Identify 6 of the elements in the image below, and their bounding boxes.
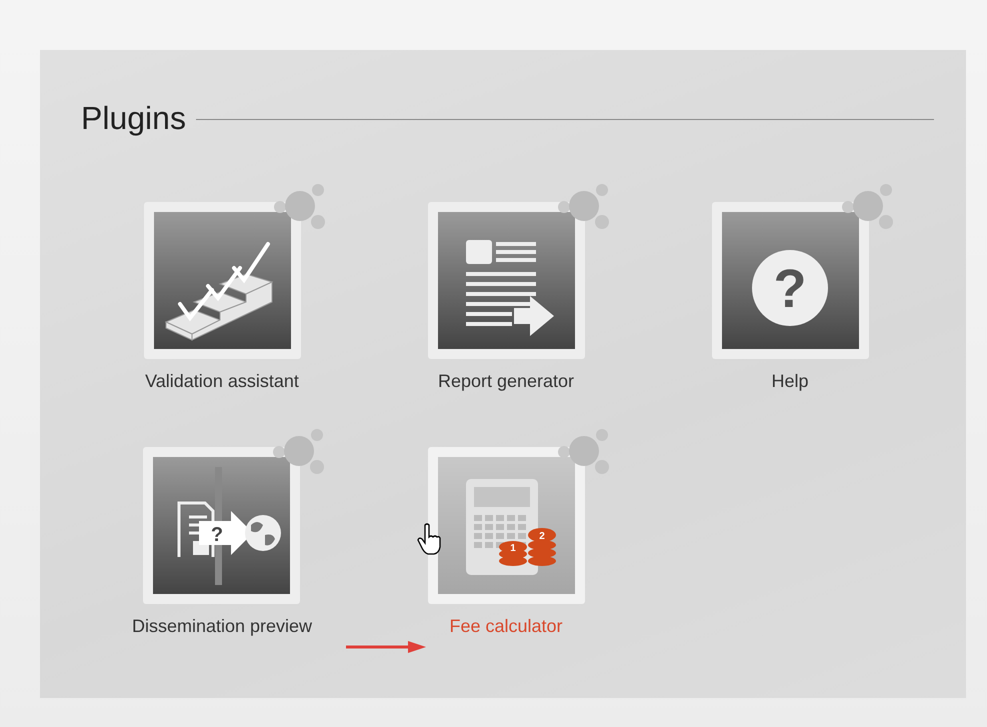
help-icon: ? — [722, 212, 858, 349]
hand-cursor-icon — [417, 523, 441, 555]
steps-checkmarks-icon — [154, 212, 290, 349]
document-globe-icon: ? — [153, 457, 290, 594]
section-title: Plugins — [81, 100, 186, 137]
calculator-coins-icon: 1 2 — [438, 457, 574, 594]
